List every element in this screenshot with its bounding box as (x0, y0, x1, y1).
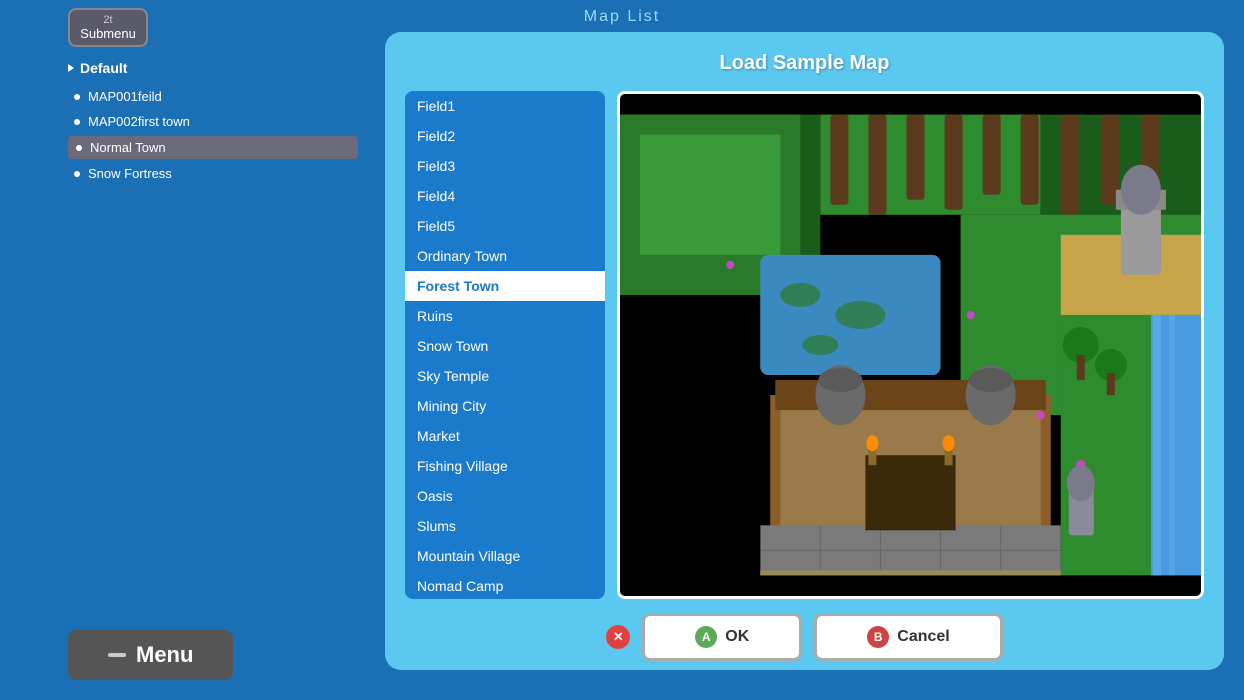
a-badge: A (695, 626, 717, 648)
x-close-icon[interactable]: ✕ (606, 625, 630, 649)
list-item[interactable]: Slums (405, 511, 605, 541)
list-item[interactable]: Field2 (405, 121, 605, 151)
load-sample-map-dialog: Load Sample Map Field1 Field2 Field3 Fie… (385, 32, 1224, 670)
list-item[interactable]: Field1 (405, 91, 605, 121)
dot-icon (74, 171, 80, 177)
map-canvas-svg (620, 94, 1201, 596)
ok-button[interactable]: A OK (642, 613, 802, 661)
submenu-label: Submenu (80, 26, 136, 41)
map-list: Field1 Field2 Field3 Field4 Field5 Ordin… (405, 91, 605, 599)
cancel-button[interactable]: B Cancel (814, 613, 1002, 661)
sidebar-list: MAP001feild MAP002first town Normal Town… (68, 86, 358, 184)
dialog-content: Field1 Field2 Field3 Field4 Field5 Ordin… (405, 91, 1204, 599)
dot-icon (74, 94, 80, 100)
map-preview (617, 91, 1204, 599)
list-item[interactable]: Nomad Camp (405, 571, 605, 599)
dialog-title: Load Sample Map (405, 52, 1204, 75)
sidebar-item-snowfortress[interactable]: Snow Fortress (68, 163, 358, 184)
minus-icon (108, 653, 126, 657)
list-item[interactable]: Market (405, 421, 605, 451)
sidebar-item-normaltown[interactable]: Normal Town (68, 136, 358, 159)
list-item[interactable]: Snow Town (405, 331, 605, 361)
list-item[interactable]: Ordinary Town (405, 241, 605, 271)
submenu-icon: 2t (80, 14, 136, 26)
dot-icon (76, 145, 82, 151)
sidebar: Default MAP001feild MAP002first town Nor… (68, 60, 358, 640)
sidebar-item-map001[interactable]: MAP001feild (68, 86, 358, 107)
list-item[interactable]: Oasis (405, 481, 605, 511)
triangle-icon (68, 64, 74, 72)
list-item-selected[interactable]: Forest Town (405, 271, 605, 301)
dot-icon (74, 119, 80, 125)
map-list-container: Field1 Field2 Field3 Field4 Field5 Ordin… (405, 91, 605, 599)
sidebar-group-label: Default (68, 60, 358, 76)
list-item[interactable]: Fishing Village (405, 451, 605, 481)
list-item[interactable]: Field3 (405, 151, 605, 181)
list-item[interactable]: Mountain Village (405, 541, 605, 571)
list-item[interactable]: Field5 (405, 211, 605, 241)
submenu-button[interactable]: 2t Submenu (68, 8, 148, 47)
list-item[interactable]: Sky Temple (405, 361, 605, 391)
list-item[interactable]: Ruins (405, 301, 605, 331)
list-item[interactable]: Field4 (405, 181, 605, 211)
menu-button[interactable]: Menu (68, 630, 233, 680)
dialog-footer: ✕ A OK B Cancel (405, 613, 1204, 661)
sidebar-item-map002[interactable]: MAP002first town (68, 111, 358, 132)
b-badge: B (867, 626, 889, 648)
list-item[interactable]: Mining City (405, 391, 605, 421)
top-hint: Map List (584, 8, 660, 26)
